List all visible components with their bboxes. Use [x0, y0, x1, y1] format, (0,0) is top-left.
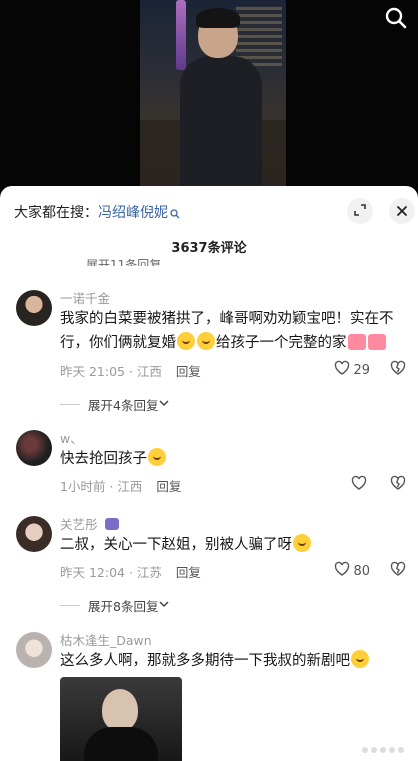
dislike-button[interactable]	[390, 360, 406, 380]
heart-icon	[334, 360, 353, 380]
chevron-down-icon	[158, 397, 170, 412]
trending-search-query[interactable]: 冯绍峰倪妮	[98, 202, 168, 222]
heart-icon	[334, 561, 353, 581]
video-scene-buildings	[236, 6, 282, 66]
comment-meta: 昨天 21:05 · 江西 回复	[60, 361, 201, 380]
video-scene-tower	[176, 0, 186, 70]
video-player[interactable]	[0, 0, 418, 190]
comment-text: 这么多人啊，那就多多期待一下我叔的新剧吧	[60, 649, 405, 673]
comment-text: 二叔，关心一下赵姐，别被人骗了呀	[60, 533, 405, 557]
like-button[interactable]: 80	[334, 561, 370, 581]
broken-heart-icon	[390, 561, 406, 581]
comment-text: 快去抢回孩子	[60, 447, 405, 471]
emoji-icon	[351, 650, 369, 668]
close-icon	[396, 202, 408, 221]
like-button[interactable]	[351, 475, 370, 495]
watermark	[362, 747, 404, 753]
photo-body	[84, 727, 158, 761]
broken-heart-icon	[390, 475, 406, 495]
comment-image[interactable]	[60, 677, 182, 761]
dislike-button[interactable]	[390, 561, 406, 581]
heart-icon	[351, 475, 370, 495]
dislike-button[interactable]	[390, 475, 406, 495]
emoji-icon	[293, 534, 311, 552]
reply-button[interactable]: 回复	[156, 479, 181, 494]
comment-meta: 1小时前 · 江西 回复	[60, 476, 181, 495]
like-count: 80	[353, 563, 370, 579]
comment-meta: 昨天 12:04 · 江苏 回复	[60, 562, 201, 581]
comment-username[interactable]: 关艺彤	[60, 514, 119, 533]
avatar[interactable]	[16, 290, 52, 326]
comment-text-part: 这么多人啊，那就多多期待一下我叔的新剧吧	[60, 653, 350, 669]
emoji-icon	[148, 448, 166, 466]
close-button[interactable]	[389, 198, 415, 224]
comment-text-part: 给孩子一个完整的家	[216, 335, 347, 351]
comment-count: 3637条评论	[171, 241, 247, 256]
expand-icon	[353, 202, 367, 221]
expand-replies-label: 展开8条回复	[88, 599, 159, 614]
comment-time-location: 昨天 12:04 · 江苏	[60, 565, 162, 580]
gift-icon	[367, 334, 386, 350]
emoji-icon	[177, 332, 195, 350]
trending-search-icon	[170, 207, 180, 219]
sheet-header: 大家都在搜： 冯绍峰倪妮 3637条评论	[0, 186, 418, 272]
chevron-down-icon	[158, 598, 170, 613]
trending-search[interactable]: 大家都在搜： 冯绍峰倪妮	[14, 202, 180, 222]
partial-expand-replies[interactable]: 展开11条回复	[86, 256, 161, 266]
expand-replies[interactable]: 展开4条回复	[60, 395, 170, 414]
comment-username[interactable]: w、	[60, 428, 83, 447]
comment-username-text: 关艺彤	[60, 517, 98, 532]
divider-dash	[60, 605, 80, 606]
avatar[interactable]	[16, 632, 52, 668]
gift-icon	[347, 334, 366, 350]
expand-replies-label: 展开4条回复	[88, 398, 159, 413]
reply-button[interactable]: 回复	[176, 565, 201, 580]
video-person-body	[180, 56, 262, 190]
emoji-icon	[197, 332, 215, 350]
comment-time-location: 1小时前 · 江西	[60, 479, 143, 494]
broken-heart-icon	[390, 360, 406, 380]
comment-text-part: 快去抢回孩子	[60, 451, 147, 467]
photo-face	[102, 689, 138, 731]
comment-time-location: 昨天 21:05 · 江西	[60, 364, 162, 379]
video-person-hair	[196, 8, 240, 28]
reply-button[interactable]: 回复	[176, 364, 201, 379]
expand-replies[interactable]: 展开8条回复	[60, 596, 170, 615]
like-count: 29	[353, 362, 370, 378]
divider-dash	[60, 404, 80, 405]
search-icon[interactable]	[384, 6, 408, 30]
video-frame	[140, 0, 286, 190]
comment-text-part: 二叔，关心一下赵姐，别被人骗了呀	[60, 537, 292, 553]
fullscreen-button[interactable]	[347, 198, 373, 224]
like-button[interactable]: 29	[334, 360, 370, 380]
comment-username[interactable]: 枯木逢生_Dawn	[60, 630, 152, 649]
avatar[interactable]	[16, 430, 52, 466]
comment-sheet: 大家都在搜： 冯绍峰倪妮 3637条评论 展开11条回复 一诺千金 我家的白菜要…	[0, 186, 418, 761]
avatar[interactable]	[16, 516, 52, 552]
badge-icon	[104, 518, 119, 530]
trending-search-prefix: 大家都在搜：	[14, 205, 98, 221]
comment-username[interactable]: 一诺千金	[60, 288, 110, 307]
comment-text: 我家的白菜要被猪拱了，峰哥啊劝劝颖宝吧！实在不行，你们俩就复婚 给孩子一个完整的家	[60, 307, 405, 355]
